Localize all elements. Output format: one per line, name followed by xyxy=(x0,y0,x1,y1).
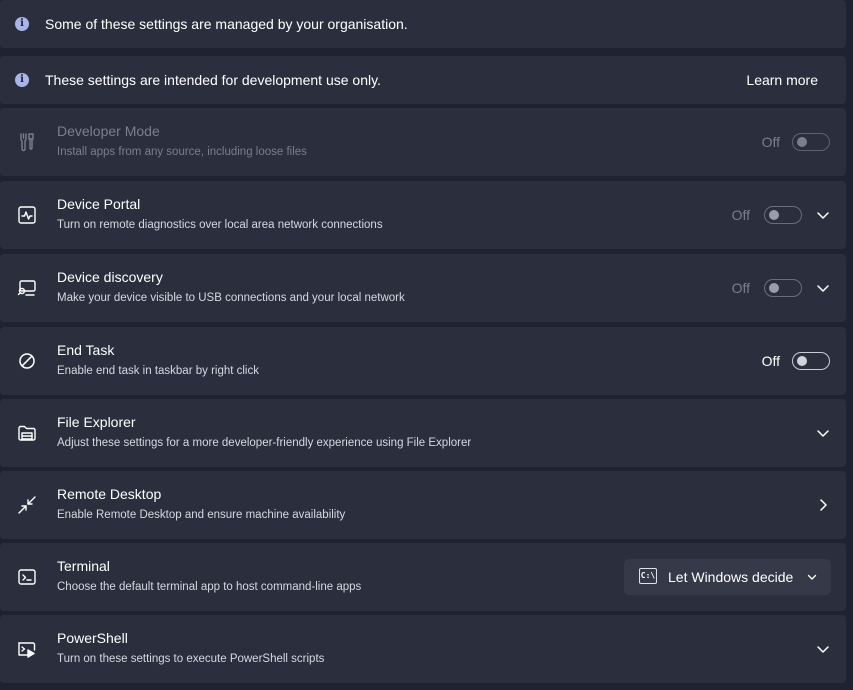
banner-text: Some of these settings are managed by yo… xyxy=(45,16,408,32)
developer-settings-page: i Some of these settings are managed by … xyxy=(0,0,853,690)
toggle-state-label: Off xyxy=(731,207,750,223)
chevron-down-icon[interactable] xyxy=(816,426,830,440)
setting-title: Remote Desktop xyxy=(57,486,162,502)
developer-mode-card: Developer Mode Install apps from any sou… xyxy=(0,108,846,176)
end-task-card: End Task Enable end task in taskbar by r… xyxy=(0,327,846,395)
device-portal-card[interactable]: Device Portal Turn on remote diagnostics… xyxy=(0,181,846,249)
terminal-card: Terminal Choose the default terminal app… xyxy=(0,543,846,611)
chevron-down-icon[interactable] xyxy=(816,208,830,222)
remote-desktop-icon xyxy=(17,495,37,515)
toggle-state-label: Off xyxy=(761,134,780,150)
setting-description: Adjust these settings for a more develop… xyxy=(57,437,472,449)
development-use-banner: i These settings are intended for develo… xyxy=(0,56,846,104)
chevron-down-icon[interactable] xyxy=(816,642,830,656)
setting-title: End Task xyxy=(57,342,115,358)
device-discovery-toggle[interactable] xyxy=(764,279,802,297)
banner-text: These settings are intended for developm… xyxy=(45,72,381,88)
setting-title: Device Portal xyxy=(57,196,141,212)
command-prompt-icon: C:\ xyxy=(639,568,657,584)
setting-title: PowerShell xyxy=(57,630,128,646)
setting-description: Make your device visible to USB connecti… xyxy=(57,292,405,304)
setting-description: Install apps from any source, including … xyxy=(57,146,307,158)
info-icon: i xyxy=(15,73,29,87)
terminal-app-dropdown[interactable]: C:\ Let Windows decide xyxy=(624,559,831,595)
toggle-knob xyxy=(797,356,807,366)
setting-title: Developer Mode xyxy=(57,123,160,139)
setting-title: File Explorer xyxy=(57,414,136,430)
setting-description: Choose the default terminal app to host … xyxy=(57,581,362,593)
prohibited-icon xyxy=(17,351,37,371)
toggle-knob xyxy=(797,137,807,147)
learn-more-link[interactable]: Learn more xyxy=(746,72,818,88)
toggle-state-label: Off xyxy=(731,280,750,296)
setting-description: Enable Remote Desktop and ensure machine… xyxy=(57,509,346,521)
developer-tools-icon xyxy=(17,132,37,152)
chevron-down-icon[interactable] xyxy=(816,281,830,295)
device-portal-icon xyxy=(17,205,37,225)
powershell-icon xyxy=(17,639,37,659)
chevron-down-icon xyxy=(807,572,817,582)
setting-description: Enable end task in taskbar by right clic… xyxy=(57,365,259,377)
toggle-state-label: Off xyxy=(761,353,780,369)
setting-description: Turn on remote diagnostics over local ar… xyxy=(57,219,383,231)
device-discovery-card[interactable]: Device discovery Make your device visibl… xyxy=(0,254,846,322)
setting-title: Terminal xyxy=(57,558,110,574)
folder-icon xyxy=(17,423,37,443)
toggle-knob xyxy=(769,210,779,220)
managed-by-org-banner: i Some of these settings are managed by … xyxy=(0,0,846,48)
file-explorer-card[interactable]: File Explorer Adjust these settings for … xyxy=(0,399,846,467)
powershell-card[interactable]: PowerShell Turn on these settings to exe… xyxy=(0,615,846,683)
chevron-right-icon[interactable] xyxy=(816,498,830,512)
setting-title: Device discovery xyxy=(57,269,163,285)
device-portal-toggle[interactable] xyxy=(764,206,802,224)
remote-desktop-card[interactable]: Remote Desktop Enable Remote Desktop and… xyxy=(0,471,846,539)
developer-mode-toggle[interactable] xyxy=(792,133,830,151)
end-task-toggle[interactable] xyxy=(792,352,830,370)
terminal-icon xyxy=(17,567,37,587)
device-discovery-icon xyxy=(17,278,37,298)
info-icon: i xyxy=(15,17,29,31)
dropdown-selected-value: Let Windows decide xyxy=(668,569,794,585)
toggle-knob xyxy=(769,283,779,293)
setting-description: Turn on these settings to execute PowerS… xyxy=(57,653,325,665)
